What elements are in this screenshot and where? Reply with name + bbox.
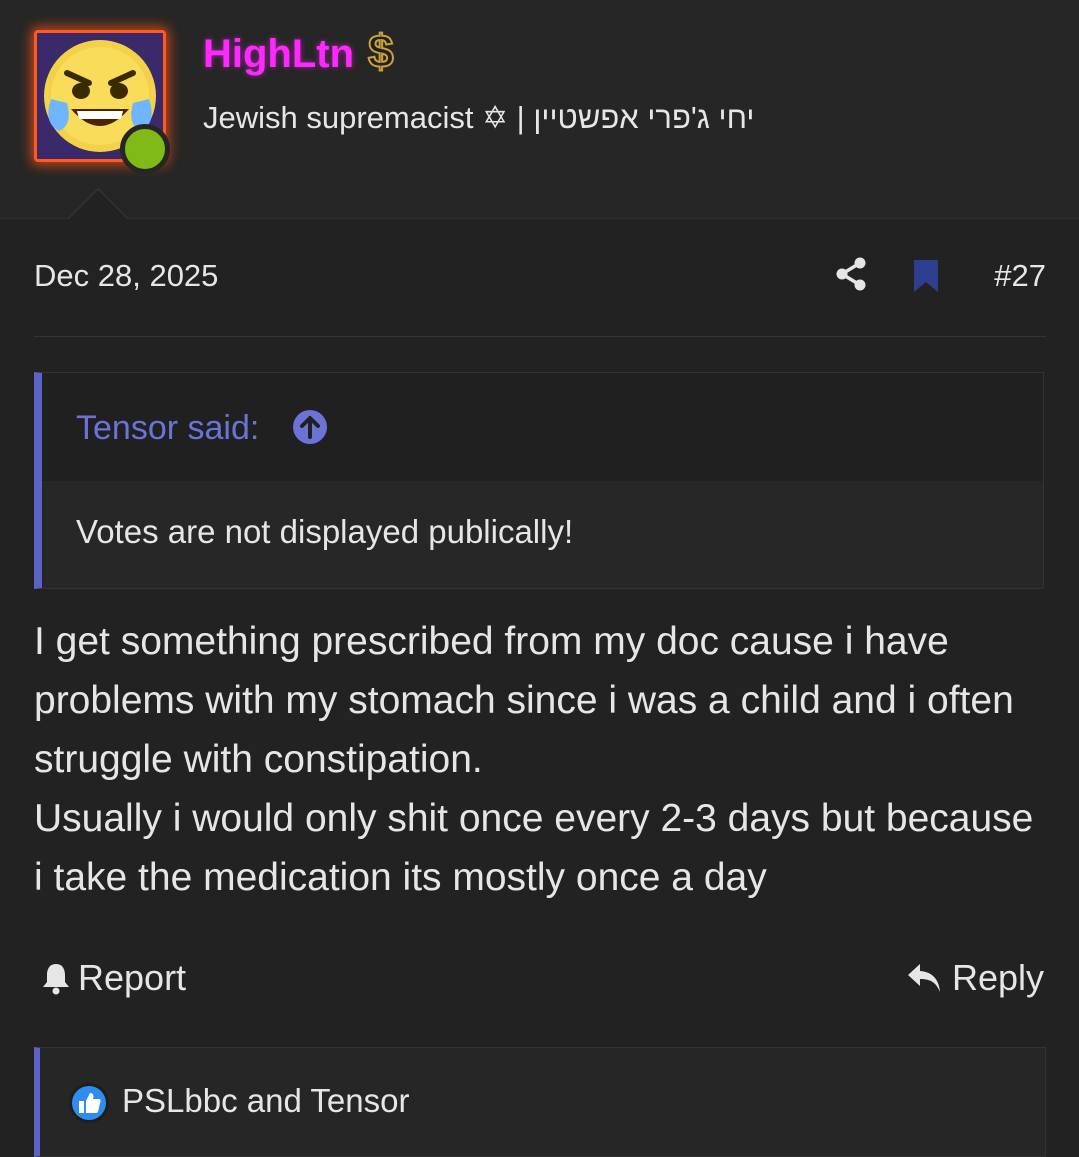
reply-label: Reply — [951, 957, 1044, 998]
quote-content: Votes are not displayed publically! — [42, 481, 1043, 588]
reply-button[interactable]: Reply — [906, 956, 1044, 1000]
user-title: Jewish supremacist ✡ | יחי ג'פרי אפשטיין — [203, 100, 755, 135]
avatar[interactable] — [34, 30, 170, 174]
like-icon — [69, 1083, 109, 1123]
post-number-link[interactable]: #27 — [994, 258, 1046, 294]
post-paragraph: Usually i would only shit once every 2-3… — [34, 797, 1034, 899]
meta-divider — [34, 336, 1046, 337]
reaction-users-link[interactable]: PSLbbc and Tensor — [122, 1082, 409, 1120]
header-pointer — [68, 190, 128, 220]
dollar-icon: $ — [367, 25, 395, 77]
post-paragraph: I get something prescribed from my doc c… — [34, 620, 1014, 781]
quote-author-link[interactable]: Tensor said: — [76, 409, 259, 448]
online-status-indicator — [120, 124, 170, 174]
username-link[interactable]: HighLtn — [203, 32, 354, 77]
share-icon[interactable] — [834, 257, 868, 291]
post-meta-row: Dec 28, 2025 #27 — [34, 250, 1046, 306]
report-button[interactable]: Report — [40, 956, 186, 1000]
reply-icon — [907, 964, 940, 992]
quote-text: Votes are not displayed publically! — [76, 513, 574, 550]
post-body: I get something prescribed from my doc c… — [34, 612, 1046, 907]
bell-icon — [43, 964, 69, 995]
quote-header: Tensor said: — [42, 373, 1043, 481]
arrow-up-circle-icon[interactable] — [292, 409, 328, 445]
reactions-bar[interactable]: PSLbbc and Tensor — [34, 1047, 1046, 1157]
message-user-header: HighLtn $ Jewish supremacist ✡ | יחי ג'פ… — [0, 0, 1079, 220]
post-date[interactable]: Dec 28, 2025 — [34, 258, 218, 294]
report-label: Report — [78, 957, 187, 998]
quote-block: Tensor said: Votes are not displayed pub… — [34, 372, 1044, 589]
bookmark-icon[interactable] — [912, 258, 940, 294]
